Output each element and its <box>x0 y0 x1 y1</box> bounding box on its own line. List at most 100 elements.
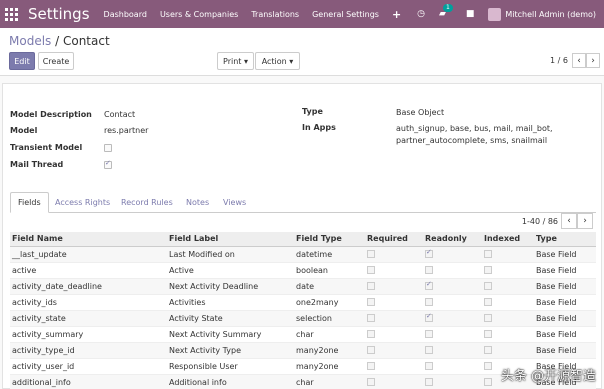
table-row[interactable]: activity_type_id Next Activity Type many2o… <box>10 342 596 359</box>
main-menu: Dashboard Users & Companies Translations… <box>104 8 415 21</box>
cell-field-name: activity_date_deadline <box>10 278 167 295</box>
cell-indexed <box>482 294 534 311</box>
cell-indexed <box>482 326 534 343</box>
user-menu[interactable]: Mitchell Admin (demo) <box>488 7 596 21</box>
required-checkbox <box>367 314 375 322</box>
required-checkbox <box>367 330 375 338</box>
indexed-checkbox <box>484 314 492 322</box>
pager-next-button[interactable]: › <box>586 53 600 68</box>
in-apps-value-line2: partner_autocomplete, sms, snailmail <box>396 136 548 145</box>
table-row[interactable]: activity_stateActivity Stateselection Bas… <box>10 310 596 327</box>
in-apps-value-line1: auth_signup, base, bus, mail, mail_bot, <box>396 124 553 133</box>
list-pager-value[interactable]: 1-40 / 86 <box>522 217 558 226</box>
cell-field-type: char <box>294 326 365 343</box>
readonly-checkbox <box>425 362 433 370</box>
cell-required <box>365 262 423 279</box>
indexed-checkbox <box>484 250 492 258</box>
column-header-field-name[interactable]: Field Name <box>10 232 167 247</box>
required-checkbox <box>367 346 375 354</box>
record-pager-value[interactable]: 1 / 6 <box>550 56 568 65</box>
type-label: Type <box>302 107 323 116</box>
cell-field-name: activity_type_id <box>10 342 167 359</box>
gift-icon[interactable]: ■ <box>466 9 475 19</box>
chat-icon[interactable]: ▰ 1 <box>439 4 453 19</box>
record-pager-buttons: ‹ › <box>572 53 600 68</box>
cell-readonly <box>423 374 482 389</box>
cell-field-label: Next Activity Deadline <box>167 278 294 295</box>
cell-required <box>365 326 423 343</box>
readonly-checkbox <box>425 266 433 274</box>
chat-badge: 1 <box>443 4 453 12</box>
cell-readonly <box>423 294 482 311</box>
tab-access-rights[interactable]: Access Rights <box>48 192 117 213</box>
create-button[interactable]: Create <box>38 52 74 70</box>
action-button[interactable]: Action ▾ <box>255 52 300 70</box>
menu-dashboard[interactable]: Dashboard <box>104 10 147 19</box>
breadcrumb-models[interactable]: Models <box>9 34 51 48</box>
cell-field-name: activity_summary <box>10 326 167 343</box>
edit-button[interactable]: Edit <box>9 52 35 70</box>
cell-type: Base Field <box>534 342 596 359</box>
plus-icon[interactable]: + <box>392 8 401 21</box>
cell-readonly <box>423 310 482 327</box>
app-brand[interactable]: Settings <box>28 5 90 23</box>
cell-field-label: Activity State <box>167 310 294 327</box>
cell-field-name: additional_info <box>10 374 167 389</box>
cell-type: Base Field <box>534 310 596 327</box>
cell-field-label: Activities <box>167 294 294 311</box>
pager-prev-button[interactable]: ‹ <box>572 53 586 68</box>
cell-type: Base Field <box>534 278 596 295</box>
notebook-tabs: Fields Access Rights Record Rules Notes … <box>10 192 596 213</box>
cell-required <box>365 342 423 359</box>
required-checkbox <box>367 298 375 306</box>
table-row[interactable]: activity_ids Activities one2many Base Field <box>10 294 596 311</box>
menu-translations[interactable]: Translations <box>251 10 299 19</box>
column-header-indexed[interactable]: Indexed <box>482 232 534 247</box>
cell-field-type: selection <box>294 310 365 327</box>
tab-fields[interactable]: Fields <box>10 192 49 213</box>
tab-record-rules[interactable]: Record Rules <box>114 192 180 213</box>
table-row[interactable]: activity_date_deadline Next Activity Dead… <box>10 278 596 295</box>
required-checkbox <box>367 282 375 290</box>
column-header-field-type[interactable]: Field Type <box>294 232 365 247</box>
breadcrumb-current: Contact <box>62 34 110 48</box>
print-button[interactable]: Print ▾ <box>217 52 254 70</box>
cell-field-name: __last_update <box>10 246 167 263</box>
table-row[interactable]: __last_updateLast Modified ondatetime Bas… <box>10 246 596 263</box>
table-row[interactable]: activity_summary Next Activity Summary cha… <box>10 326 596 343</box>
list-next-button[interactable]: › <box>577 213 593 229</box>
table-row[interactable]: active Active boolean Base Field <box>10 262 596 279</box>
required-checkbox <box>367 362 375 370</box>
readonly-checkbox <box>425 248 433 258</box>
cell-required <box>365 246 423 263</box>
indexed-checkbox <box>484 266 492 274</box>
cell-indexed <box>482 342 534 359</box>
apps-menu-icon[interactable] <box>5 7 23 21</box>
in-apps-label: In Apps <box>302 123 336 132</box>
column-header-readonly[interactable]: Readonly <box>423 232 482 247</box>
indexed-checkbox <box>484 298 492 306</box>
required-checkbox <box>367 250 375 258</box>
top-navbar: Settings Dashboard Users & Companies Tra… <box>0 0 604 28</box>
readonly-checkbox <box>425 378 433 386</box>
column-header-type[interactable]: Type <box>534 232 596 247</box>
tab-notes[interactable]: Notes <box>179 192 216 213</box>
cell-readonly <box>423 246 482 263</box>
avatar <box>488 7 502 21</box>
menu-users-companies[interactable]: Users & Companies <box>160 10 238 19</box>
tab-views[interactable]: Views <box>216 192 253 213</box>
cell-readonly <box>423 262 482 279</box>
list-prev-button[interactable]: ‹ <box>561 213 577 229</box>
cell-required <box>365 294 423 311</box>
menu-general-settings[interactable]: General Settings <box>312 10 379 19</box>
required-checkbox <box>367 378 375 386</box>
model-description-value: Contact <box>104 110 136 119</box>
cell-type: Base Field <box>534 326 596 343</box>
column-header-required[interactable]: Required <box>365 232 423 247</box>
cell-field-type: date <box>294 278 365 295</box>
clock-icon[interactable]: ◷ <box>417 9 425 19</box>
cell-readonly <box>423 358 482 375</box>
breadcrumb-separator: / <box>55 34 60 48</box>
column-header-field-label[interactable]: Field Label <box>167 232 294 247</box>
cell-type: Base Field <box>534 262 596 279</box>
